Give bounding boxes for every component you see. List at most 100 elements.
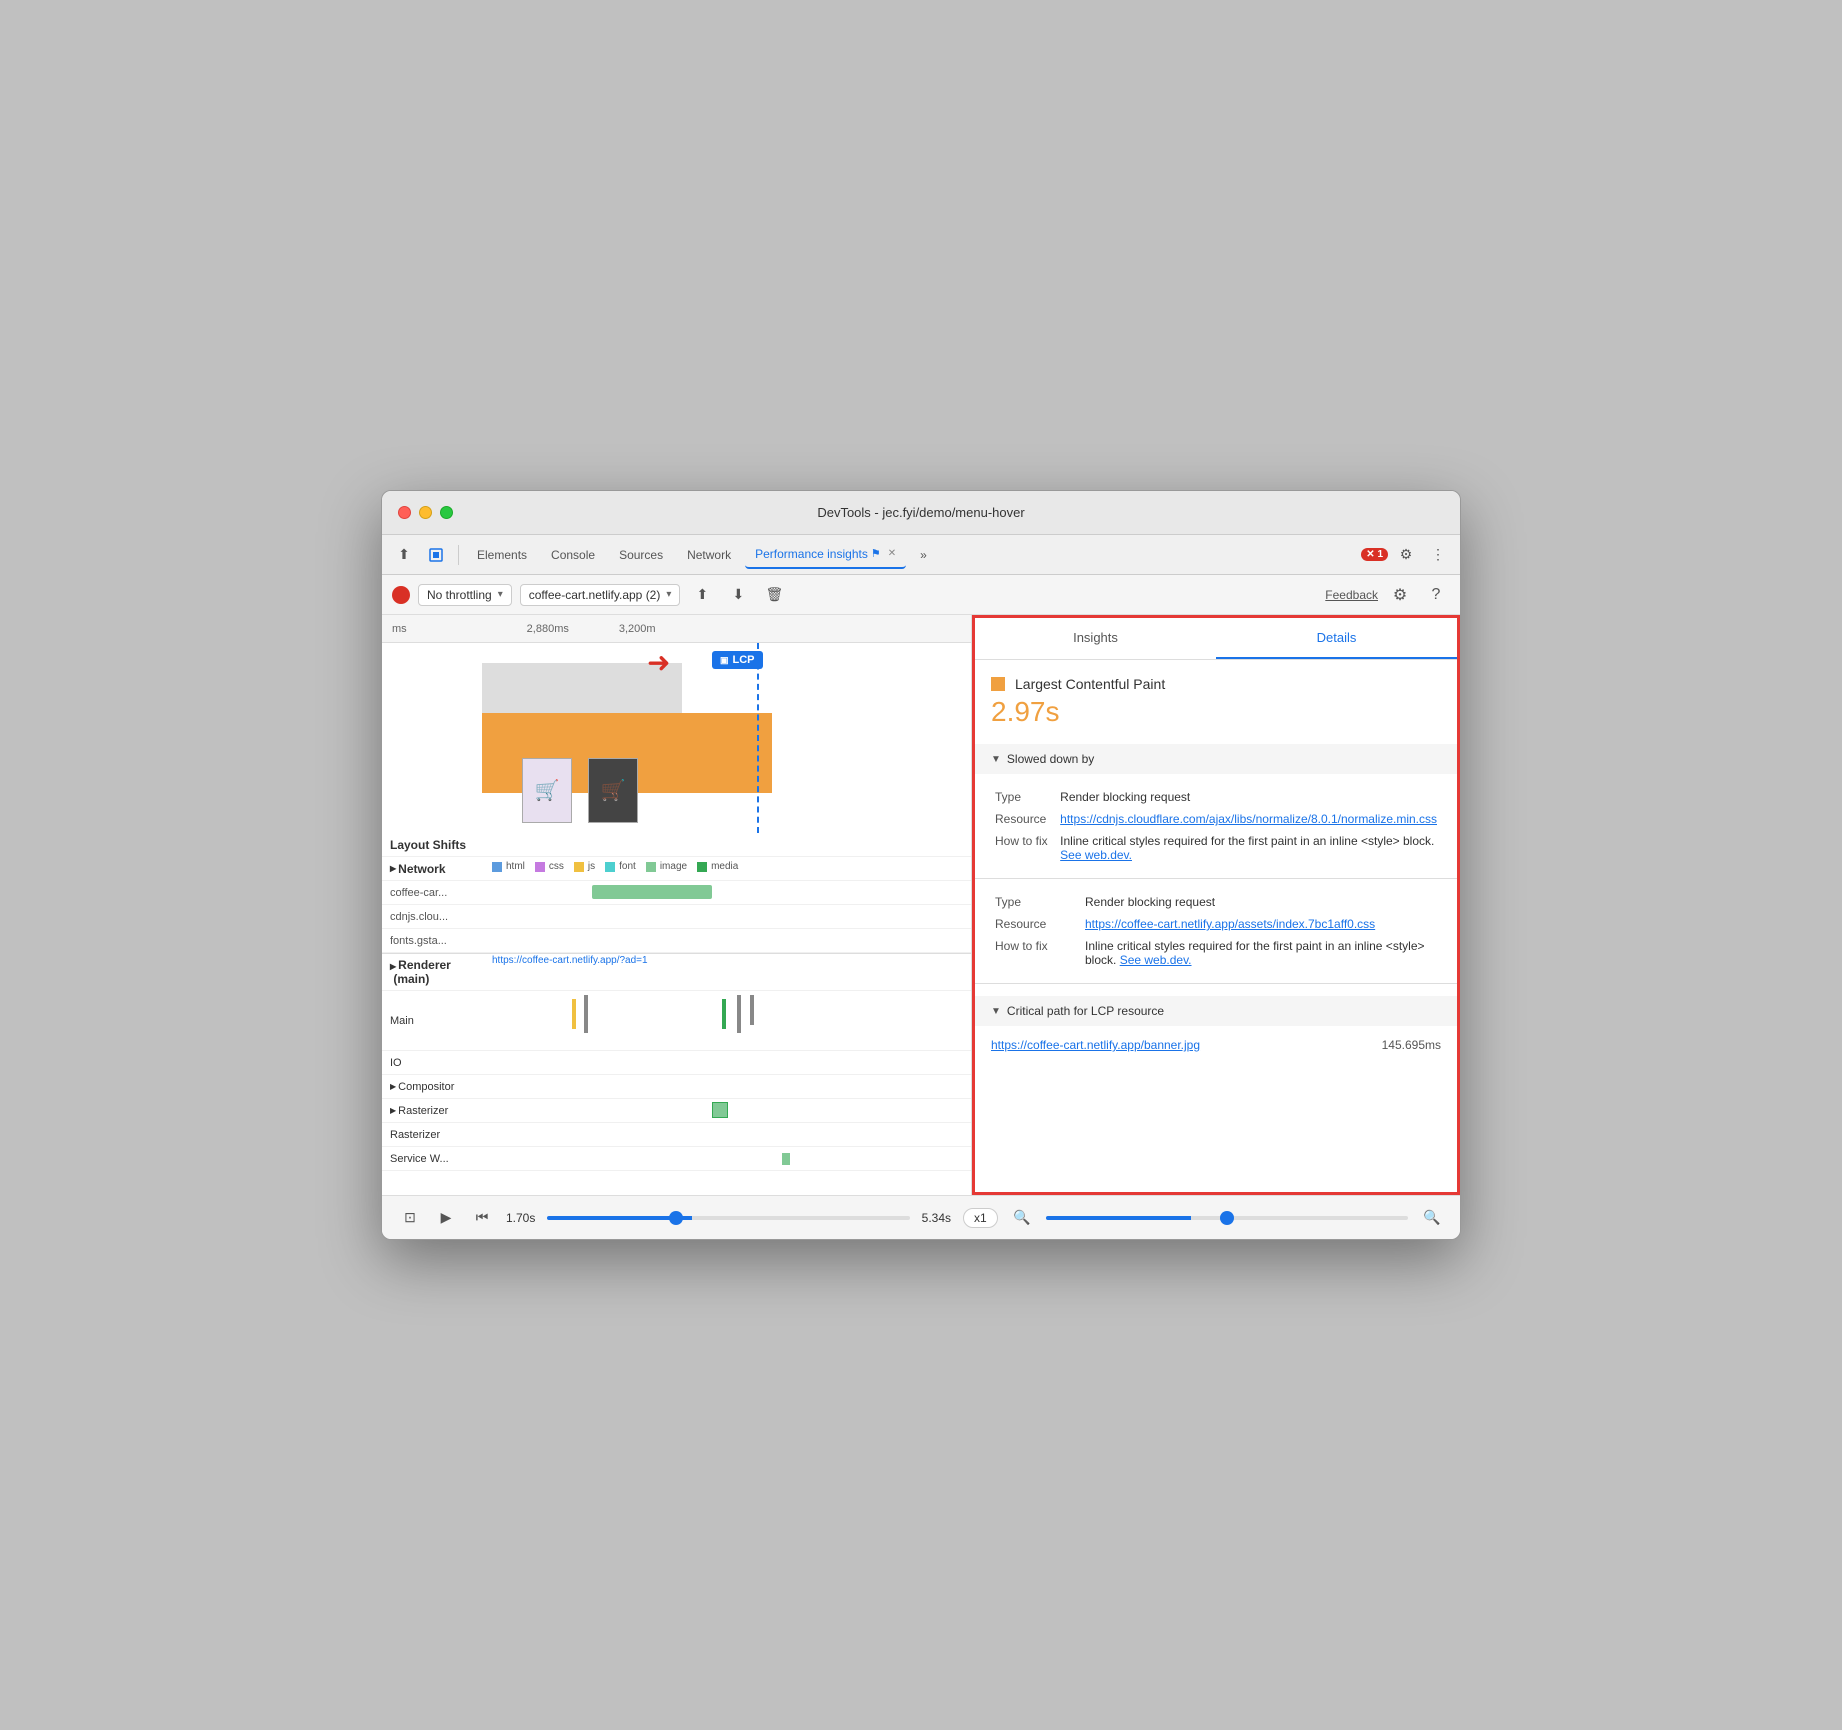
zoom-slider[interactable] bbox=[1046, 1216, 1408, 1220]
tab-close-icon[interactable]: ✕ bbox=[888, 548, 896, 559]
chevron-down-icon: ▼ bbox=[991, 754, 1001, 765]
critical-path-header[interactable]: ▼ Critical path for LCP resource bbox=[975, 996, 1457, 1026]
timeline-header: ms 2,880ms 3,200m bbox=[382, 615, 971, 643]
delete-icon[interactable]: 🗑 bbox=[760, 581, 788, 609]
resource-label-1: Resource bbox=[991, 808, 1056, 830]
tab-more[interactable]: » bbox=[910, 542, 937, 568]
howtofix-value-2: Inline critical styles required for the … bbox=[1081, 935, 1441, 971]
panel-settings-icon[interactable]: ⚙ bbox=[1386, 581, 1414, 609]
bar-gray-1 bbox=[584, 995, 588, 1033]
error-badge[interactable]: ✕ 1 bbox=[1361, 548, 1388, 561]
network-label: ▶ Network bbox=[382, 857, 492, 880]
network-legend-area: html css js font bbox=[492, 857, 971, 880]
renderer-row: ▶Renderer (main) https://coffee-cart.net… bbox=[382, 954, 971, 991]
tab-details-panel[interactable]: Details bbox=[1216, 618, 1457, 659]
network-section: ▶ Network html css js bbox=[382, 857, 971, 954]
download-icon[interactable]: ⬇ bbox=[724, 581, 752, 609]
orange-square-icon bbox=[991, 677, 1005, 691]
tab-performance-insights[interactable]: Performance insights ⚑ ✕ bbox=[745, 541, 906, 569]
resource-row-1: Resource https://cdnjs.cloudflare.com/aj… bbox=[991, 808, 1441, 830]
title-bar: DevTools - jec.fyi/demo/menu-hover bbox=[382, 491, 1460, 535]
legend-media: media bbox=[697, 861, 738, 872]
type-label-2: Type bbox=[991, 891, 1081, 913]
io-content bbox=[492, 1051, 971, 1074]
renderer-link-area[interactable]: https://coffee-cart.netlify.app/?ad=1 bbox=[492, 954, 971, 990]
zoom-out-icon[interactable]: 🔍 bbox=[1010, 1206, 1034, 1230]
start-time: 1.70s bbox=[506, 1211, 535, 1225]
play-icon[interactable]: ▶ bbox=[434, 1206, 458, 1230]
resource-row-2: Resource https://coffee-cart.netlify.app… bbox=[991, 913, 1441, 935]
main-label: Main bbox=[382, 991, 492, 1050]
zoom-level: x1 bbox=[963, 1208, 998, 1228]
insights-tabs: Insights Details bbox=[975, 618, 1457, 660]
minimize-button[interactable] bbox=[419, 506, 432, 519]
see-webdev-link-2[interactable]: See web.dev. bbox=[1120, 953, 1192, 967]
type-value-2: Render blocking request bbox=[1081, 891, 1441, 913]
rasterizer-1-content bbox=[492, 1099, 971, 1122]
see-webdev-link-1[interactable]: See web.dev. bbox=[1060, 848, 1132, 862]
tab-network[interactable]: Network bbox=[677, 542, 741, 568]
compositor-row: ▶Compositor bbox=[382, 1075, 971, 1099]
separator bbox=[458, 545, 459, 565]
skip-start-icon[interactable]: ⏮ bbox=[470, 1206, 494, 1230]
slowed-section-header[interactable]: ▼ Slowed down by bbox=[975, 744, 1457, 774]
network-header-row: ▶ Network html css js bbox=[382, 857, 971, 881]
type-row-1: Type Render blocking request bbox=[991, 786, 1441, 808]
howtofix-value-1: Inline critical styles required for the … bbox=[1056, 830, 1441, 866]
insights-body: Largest Contentful Paint 2.97s ▼ Slowed … bbox=[975, 660, 1457, 1068]
end-time: 5.34s bbox=[922, 1211, 951, 1225]
record-button[interactable] bbox=[392, 586, 410, 604]
settings-icon[interactable]: ⚙ bbox=[1392, 541, 1420, 569]
resource-link-1[interactable]: https://cdnjs.cloudflare.com/ajax/libs/n… bbox=[1060, 812, 1437, 826]
dropdown-arrow-icon: ▾ bbox=[498, 589, 503, 600]
tab-elements[interactable]: Elements bbox=[467, 542, 537, 568]
zoom-in-icon[interactable]: 🔍 bbox=[1420, 1206, 1444, 1230]
more-options-icon[interactable]: ⋮ bbox=[1424, 541, 1452, 569]
layout-shifts-content bbox=[492, 833, 971, 856]
screenshot-icon[interactable]: ⊡ bbox=[398, 1206, 422, 1230]
bar-gray-2 bbox=[737, 995, 741, 1033]
resource-label-2: Resource bbox=[991, 913, 1081, 935]
feedback-button[interactable]: Feedback bbox=[1325, 588, 1378, 602]
left-panel: ms 2,880ms 3,200m ➜ LCP 🛒 🛒 bbox=[382, 615, 972, 1195]
upload-icon[interactable]: ⬆ bbox=[688, 581, 716, 609]
playback-slider[interactable] bbox=[547, 1216, 909, 1220]
type-label-1: Type bbox=[991, 786, 1056, 808]
throttling-dropdown[interactable]: No throttling ▾ bbox=[418, 584, 512, 606]
bar-green-1 bbox=[722, 999, 726, 1029]
tab-insights-panel[interactable]: Insights bbox=[975, 618, 1216, 659]
net-row-3-label: fonts.gsta... bbox=[382, 929, 492, 952]
close-button[interactable] bbox=[398, 506, 411, 519]
legend-css: css bbox=[535, 861, 564, 872]
rasterizer-2-label: Rasterizer bbox=[382, 1123, 492, 1146]
howtofix-row-1: How to fix Inline critical styles requir… bbox=[991, 830, 1441, 866]
resource-link-2[interactable]: https://coffee-cart.netlify.app/assets/i… bbox=[1085, 917, 1375, 931]
legend-js: js bbox=[574, 861, 595, 872]
help-icon[interactable]: ? bbox=[1422, 581, 1450, 609]
lcp-header: Largest Contentful Paint bbox=[991, 676, 1441, 692]
net-row-2-content bbox=[492, 905, 971, 928]
io-row: IO bbox=[382, 1051, 971, 1075]
service-worker-row: Service W... bbox=[382, 1147, 971, 1171]
thumbnail-area: 🛒 🛒 bbox=[522, 758, 638, 823]
section-divider-2 bbox=[975, 983, 1457, 984]
howtofix-row-2: How to fix Inline critical styles requir… bbox=[991, 935, 1441, 971]
critical-path-row: https://coffee-cart.netlify.app/banner.j… bbox=[991, 1038, 1441, 1052]
cursor-icon[interactable]: ⬆ bbox=[390, 541, 418, 569]
renderer-link[interactable]: https://coffee-cart.netlify.app/?ad=1 bbox=[492, 955, 648, 966]
arrow-indicator: ➜ bbox=[647, 649, 670, 677]
bar-gray-3 bbox=[750, 995, 754, 1025]
type-value-1: Render blocking request bbox=[1056, 786, 1441, 808]
service-worker-label: Service W... bbox=[382, 1147, 492, 1170]
legend-html: html bbox=[492, 861, 525, 872]
chevron-down-icon-2: ▼ bbox=[991, 1006, 1001, 1017]
lcp-badge[interactable]: LCP bbox=[712, 651, 763, 669]
maximize-button[interactable] bbox=[440, 506, 453, 519]
dropdown-arrow-icon: ▾ bbox=[666, 589, 671, 600]
tab-sources[interactable]: Sources bbox=[609, 542, 673, 568]
tab-console[interactable]: Console bbox=[541, 542, 605, 568]
critical-path-link[interactable]: https://coffee-cart.netlify.app/banner.j… bbox=[991, 1038, 1200, 1052]
inspect-icon[interactable] bbox=[422, 541, 450, 569]
session-dropdown[interactable]: coffee-cart.netlify.app (2) ▾ bbox=[520, 584, 681, 606]
legend-image: image bbox=[646, 861, 687, 872]
